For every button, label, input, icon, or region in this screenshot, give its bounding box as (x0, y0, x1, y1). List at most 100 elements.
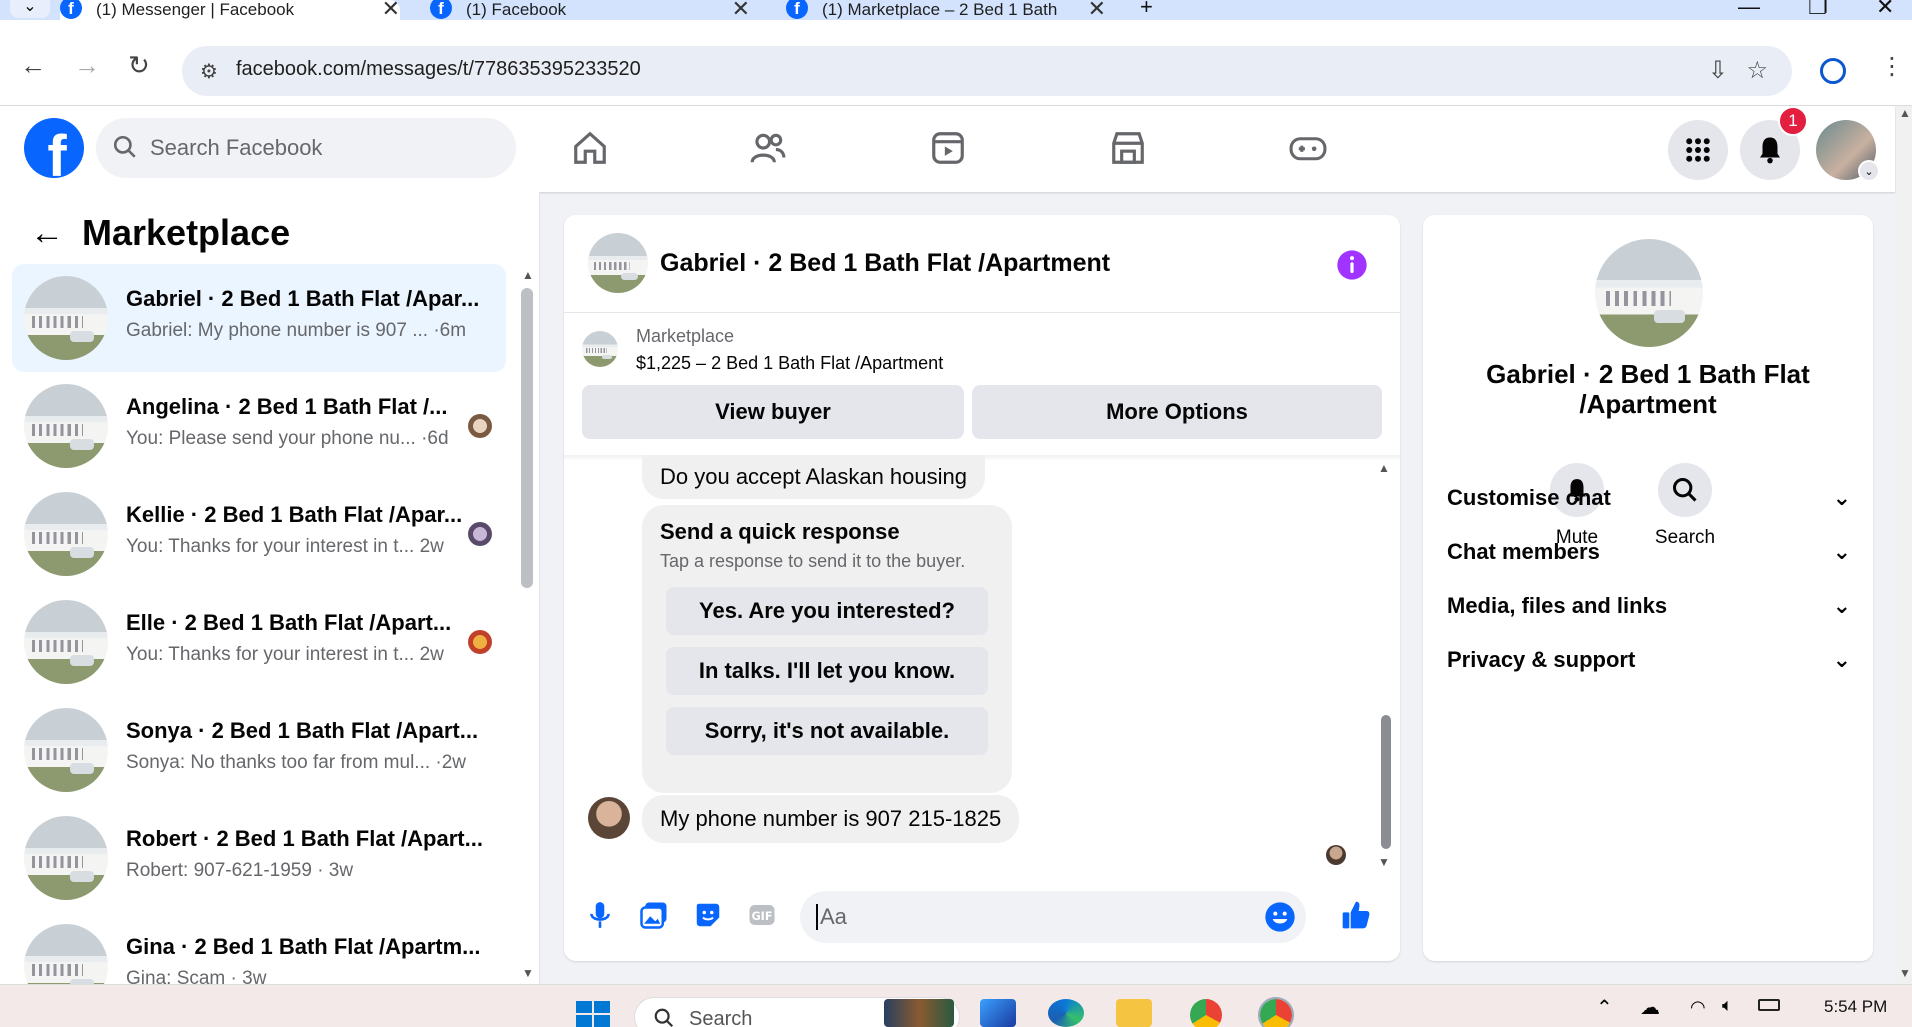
seen-avatar (468, 522, 492, 546)
cloud-icon[interactable]: ☁ (1640, 995, 1660, 1020)
avatar[interactable]: ⌄ (1816, 120, 1880, 182)
photo-icon[interactable] (636, 897, 672, 933)
message-composer: GIF Aa (564, 875, 1400, 961)
quick-response-unavailable-button[interactable]: Sorry, it's not available. (666, 707, 988, 755)
url-text[interactable]: facebook.com/messages/t/778635395233520 (236, 58, 641, 81)
tab-facebook[interactable]: f (1) Facebook ✕ (430, 0, 750, 22)
conversation-item[interactable]: Elle · 2 Bed 1 Bath Flat /Apart... You: … (12, 588, 506, 696)
windows-start-icon[interactable] (576, 1001, 610, 1027)
chevron-up-icon[interactable]: ⌃ (1596, 995, 1613, 1020)
profile-icon[interactable] (1820, 58, 1846, 84)
more-options-button[interactable]: More Options (972, 385, 1382, 439)
battery-icon[interactable] (1758, 999, 1780, 1011)
edge-browser-icon[interactable] (1048, 999, 1084, 1027)
volume-icon[interactable]: 🔈︎ (1722, 995, 1733, 1016)
conversation-item[interactable]: Angelina · 2 Bed 1 Bath Flat /... You: P… (12, 372, 506, 480)
bookmark-star-icon[interactable]: ☆ (1746, 56, 1768, 85)
friends-icon[interactable] (746, 126, 790, 170)
emoji-icon[interactable] (1264, 901, 1296, 933)
app-icon[interactable] (980, 999, 1016, 1027)
back-icon[interactable]: ← (20, 50, 46, 81)
conversation-preview: Robert: 907-621-1959 · 3w (126, 860, 354, 881)
scroll-up-icon[interactable]: ▲ (1378, 461, 1390, 475)
chat-scrollbar[interactable] (1381, 715, 1391, 849)
listing-thumbnail (24, 924, 108, 984)
listing-thumbnail (24, 708, 108, 792)
menu-grid-icon[interactable] (1668, 120, 1728, 180)
conversation-name: Angelina · 2 Bed 1 Bath Flat /... (126, 394, 448, 419)
sticker-icon[interactable] (690, 897, 726, 933)
incoming-message[interactable]: My phone number is 907 215-1825 (642, 795, 1020, 843)
scroll-up-icon[interactable]: ▲ (1899, 106, 1911, 120)
conversation-item[interactable]: Sonya · 2 Bed 1 Bath Flat /Apart... Sony… (12, 696, 506, 804)
page-title: Marketplace (82, 212, 291, 253)
scroll-down-icon[interactable]: ▼ (1378, 855, 1390, 869)
conversation-list-scrollbar[interactable] (521, 288, 533, 588)
wifi-icon[interactable]: ◠ (1690, 997, 1706, 1018)
video-icon[interactable] (926, 126, 970, 170)
file-explorer-icon[interactable] (1116, 999, 1152, 1027)
facebook-logo-icon[interactable]: f (24, 118, 84, 178)
menu-dots-icon[interactable]: ⋮ (1880, 52, 1904, 81)
conversation-item[interactable]: Kellie · 2 Bed 1 Bath Flat /Apar... You:… (12, 480, 506, 588)
tab-messenger[interactable]: f (1) Messenger | Facebook ✕ (60, 0, 400, 22)
gaming-icon[interactable] (1286, 126, 1330, 170)
listing-description[interactable]: $1,225 – 2 Bed 1 Bath Flat /Apartment (636, 353, 943, 374)
install-icon[interactable]: ⇩ (1708, 56, 1728, 85)
search-icon (113, 135, 136, 158)
page-scrollbar[interactable]: ▲ ▼ (1897, 106, 1912, 984)
conversation-preview: Gina: Scam · 3w (126, 968, 267, 984)
quick-response-yes-button[interactable]: Yes. Are you interested? (666, 587, 988, 635)
conversation-name: Robert · 2 Bed 1 Bath Flat /Apart... (126, 826, 483, 851)
thumbs-up-icon[interactable] (1338, 897, 1374, 933)
address-bar[interactable]: ⚙ facebook.com/messages/t/77863539523352… (182, 46, 1792, 96)
taskbar-search-placeholder: Search (689, 1008, 753, 1027)
quick-response-talks-button[interactable]: In talks. I'll let you know. (666, 647, 988, 695)
conversation-item[interactable]: Robert · 2 Bed 1 Bath Flat /Apart... Rob… (12, 804, 506, 912)
conversation-list: Gabriel · 2 Bed 1 Bath Flat /Apar... Gab… (12, 264, 506, 984)
conversation-item[interactable]: Gabriel · 2 Bed 1 Bath Flat /Apar... Gab… (12, 264, 506, 372)
incoming-message[interactable]: Do you accept Alaskan housing (642, 455, 985, 499)
chrome-profile-icon[interactable] (1258, 997, 1294, 1027)
facebook-search[interactable]: Search Facebook (96, 118, 516, 178)
customise-chat-row[interactable]: Customise chat ⌄ (1447, 473, 1851, 523)
chat-members-row[interactable]: Chat members ⌄ (1447, 527, 1851, 577)
reload-icon[interactable]: ↻ (128, 50, 150, 81)
close-window-icon[interactable]: ✕ (1876, 0, 1894, 20)
close-tab-icon[interactable]: ✕ (732, 0, 750, 22)
back-arrow-icon[interactable]: ← (30, 214, 64, 253)
site-info-icon[interactable]: ⚙ (200, 59, 218, 84)
listing-thumbnail[interactable] (588, 233, 648, 293)
search-highlight-icon[interactable] (884, 999, 954, 1027)
facebook-favicon-icon: f (60, 0, 82, 19)
conversation-item[interactable]: Gina · 2 Bed 1 Bath Flat /Apartm... Gina… (12, 912, 506, 984)
privacy-support-row[interactable]: Privacy & support ⌄ (1447, 635, 1851, 685)
clock-time[interactable]: 5:54 PM (1824, 997, 1887, 1017)
minimize-icon[interactable]: — (1738, 0, 1760, 20)
microphone-icon[interactable] (582, 897, 618, 933)
home-icon[interactable] (568, 126, 612, 170)
close-tab-icon[interactable]: ✕ (1088, 0, 1106, 22)
message-input[interactable]: Aa (800, 891, 1306, 943)
sender-avatar[interactable] (588, 797, 630, 839)
close-tab-icon[interactable]: ✕ (382, 0, 400, 22)
listing-thumbnail[interactable] (1595, 239, 1703, 347)
scroll-down-icon[interactable]: ▼ (1899, 966, 1911, 980)
listing-thumbnail (24, 384, 108, 468)
tab-marketplace[interactable]: f (1) Marketplace – 2 Bed 1 Bath ✕ (786, 0, 1106, 22)
restore-icon[interactable]: ❐ (1808, 0, 1828, 20)
tab-search-button[interactable]: ⌄ (10, 0, 50, 18)
gif-icon[interactable]: GIF (744, 897, 780, 933)
scroll-down-icon[interactable]: ▼ (522, 966, 534, 980)
media-files-links-row[interactable]: Media, files and links ⌄ (1447, 581, 1851, 631)
chat-title[interactable]: Gabriel · 2 Bed 1 Bath Flat /Apartment (660, 249, 1110, 278)
scroll-up-icon[interactable]: ▲ (522, 268, 534, 282)
new-tab-icon[interactable]: + (1140, 0, 1153, 20)
forward-icon[interactable]: → (74, 50, 100, 81)
view-buyer-button[interactable]: View buyer (582, 385, 964, 439)
chrome-icon[interactable] (1190, 999, 1222, 1027)
row-label: Privacy & support (1447, 647, 1636, 672)
facebook-header: f Search Facebook 1 ⌄ (0, 106, 1895, 192)
info-icon[interactable] (1336, 249, 1368, 281)
marketplace-icon[interactable] (1106, 126, 1150, 170)
